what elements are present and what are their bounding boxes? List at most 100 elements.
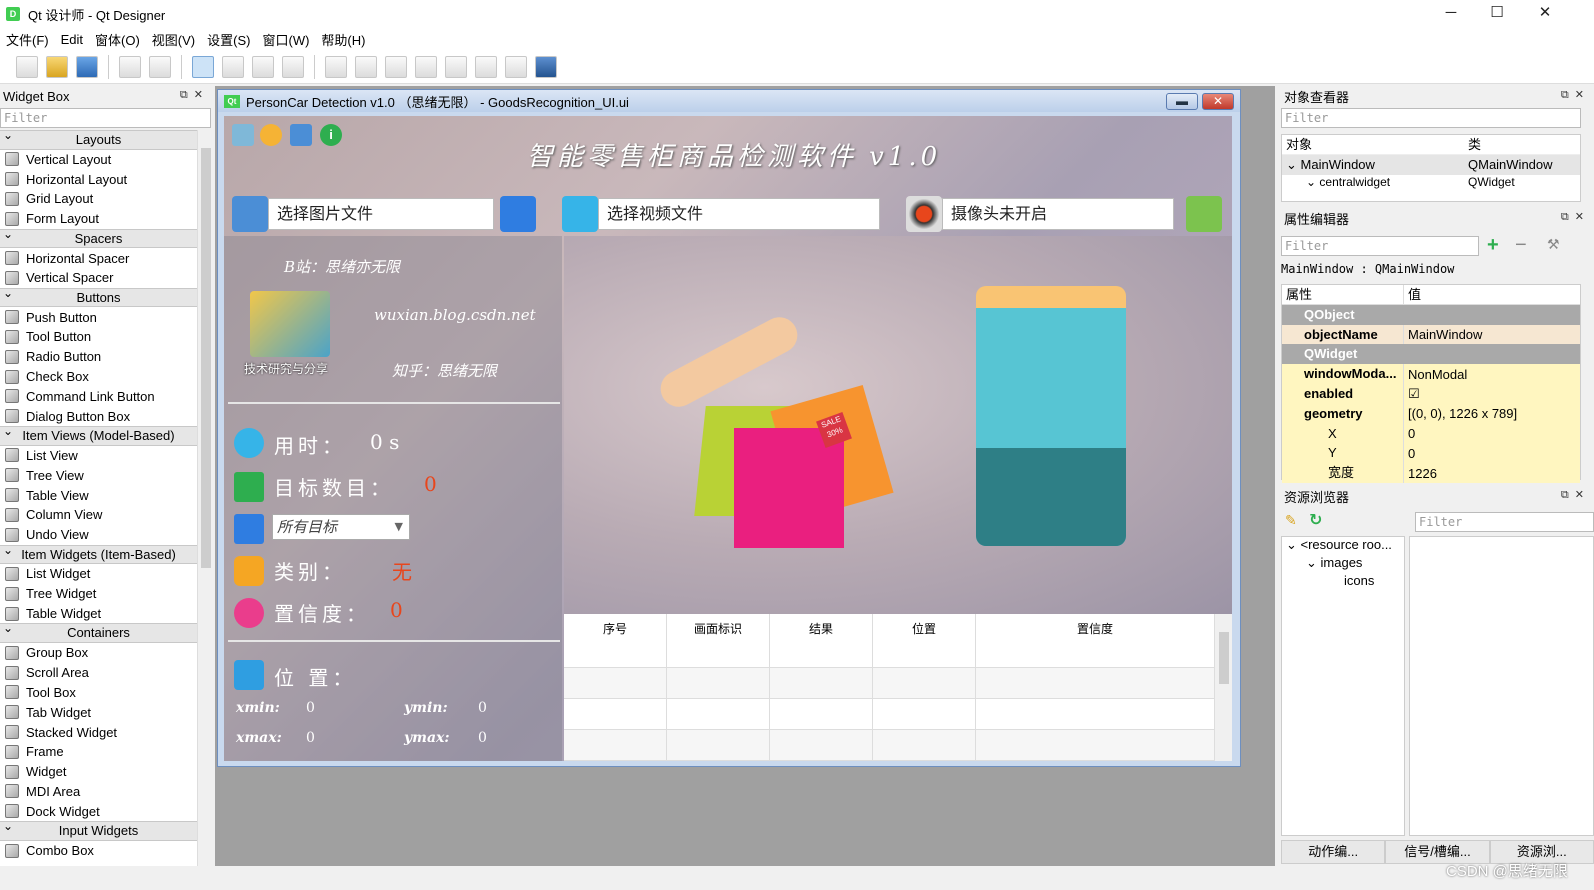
break-layout-icon[interactable] <box>505 55 527 78</box>
bring-to-front-icon[interactable] <box>149 55 171 78</box>
layout-v-splitter-icon[interactable] <box>415 55 437 78</box>
property-row[interactable]: QObject <box>1282 304 1580 325</box>
widget-item[interactable]: Check Box <box>0 367 197 387</box>
widget-item[interactable]: Widget <box>0 762 197 782</box>
layout-vertical-icon[interactable] <box>355 55 377 78</box>
resource-tree[interactable]: ⌄ <resource roo... ⌄ images icons <box>1281 536 1405 836</box>
widget-item[interactable]: Vertical Layout <box>0 150 197 170</box>
edit-buddies-icon[interactable] <box>252 55 274 78</box>
widget-item[interactable]: Scroll Area <box>0 663 197 683</box>
widget-category[interactable]: Item Widgets (Item-Based) <box>0 542 197 565</box>
widget-item[interactable]: MDI Area <box>0 782 197 802</box>
video-file-icon[interactable] <box>562 196 598 232</box>
info-icon[interactable]: i <box>320 124 342 146</box>
edit-signals-slots-icon[interactable] <box>222 55 244 78</box>
tree-node-icons[interactable]: icons <box>1282 573 1404 591</box>
widget-item[interactable]: Command Link Button <box>0 386 197 406</box>
open-folder-icon[interactable] <box>46 55 68 78</box>
add-property-icon[interactable]: + <box>1487 234 1499 257</box>
menu-form[interactable]: 窗体(O) <box>89 30 146 49</box>
remove-property-icon[interactable]: − <box>1515 234 1527 257</box>
widget-item[interactable]: Vertical Spacer <box>0 268 197 288</box>
widget-item[interactable]: Undo View <box>0 525 197 545</box>
property-row[interactable]: windowModa... NonModal <box>1282 364 1580 384</box>
property-row[interactable]: enabled ☑ <box>1282 383 1580 404</box>
menu-window[interactable]: 窗口(W) <box>256 30 315 49</box>
widget-item[interactable]: Dialog Button Box <box>0 406 197 426</box>
object-tree[interactable]: 对象 类 ⌄ MainWindow QMainWindow ⌄ centralw… <box>1281 134 1581 202</box>
widget-item[interactable]: Stacked Widget <box>0 722 197 742</box>
widget-category[interactable]: Item Views (Model-Based) <box>0 423 197 446</box>
widget-item[interactable]: Combo Box <box>0 841 197 861</box>
widget-item[interactable]: Grid Layout <box>0 189 197 209</box>
dock-float-close-icon[interactable]: ⧉✕ <box>1561 488 1590 502</box>
table-scrollbar[interactable] <box>1214 614 1232 761</box>
tree-node-resource-root[interactable]: ⌄ <resource roo... <box>1282 537 1404 555</box>
resource-file-list[interactable] <box>1409 536 1594 836</box>
configure-wrench-icon[interactable]: ⚒ <box>1547 236 1560 253</box>
property-row[interactable]: QWidget <box>1282 344 1580 365</box>
col-frame-id-header[interactable]: 画面标识 <box>667 614 770 667</box>
widget-item[interactable]: Radio Button <box>0 347 197 367</box>
layout-grid-icon[interactable] <box>445 55 467 78</box>
col-index-header[interactable]: 序号 <box>564 614 667 667</box>
col-confidence-header[interactable]: 置信度 <box>976 614 1214 667</box>
property-row[interactable]: X0 <box>1282 423 1580 444</box>
reload-icon[interactable]: ↻ <box>1309 510 1322 530</box>
widget-item[interactable]: List Widget <box>0 564 197 584</box>
close-button[interactable]: ✕ <box>1522 0 1568 28</box>
property-filter-input[interactable]: Filter <box>1281 236 1479 256</box>
minimize-button[interactable]: ─ <box>1428 0 1474 28</box>
dock-float-close-icon[interactable]: ⧉✕ <box>1561 210 1590 224</box>
property-row[interactable]: geometry [(0, 0), 1226 x 789] <box>1282 403 1580 424</box>
widget-item[interactable]: Tool Button <box>0 327 197 347</box>
widget-item[interactable]: Tree Widget <box>0 584 197 604</box>
layout-horizontal-icon[interactable] <box>325 55 347 78</box>
tab-action-editor[interactable]: 动作编... <box>1281 840 1386 864</box>
video-path-field[interactable]: 选择视频文件 <box>598 198 880 230</box>
widget-category[interactable]: Input Widgets <box>0 818 197 841</box>
property-table[interactable]: 属性 值 QObject objectName MainWindow QWidget w… <box>1281 284 1581 483</box>
widget-list-scrollbar[interactable] <box>197 130 213 866</box>
camera-status-field[interactable]: 摄像头未开启 <box>942 198 1174 230</box>
image-path-field[interactable]: 选择图片文件 <box>268 198 494 230</box>
menu-help[interactable]: 帮助(H) <box>315 30 371 49</box>
user-icon[interactable] <box>290 124 312 146</box>
table-row[interactable] <box>564 699 1232 730</box>
widget-category[interactable]: Layouts <box>0 130 197 150</box>
tree-row-mainwindow[interactable]: ⌄ MainWindow QMainWindow <box>1282 155 1580 175</box>
menu-file[interactable]: 文件(F) <box>0 30 55 49</box>
widget-filter-input[interactable]: Filter <box>0 108 211 128</box>
result-table[interactable]: 序号 画面标识 结果 位置 置信度 <box>564 614 1232 761</box>
settings-icon[interactable] <box>260 124 282 146</box>
target-select-combo[interactable]: 所有目标 ▼ <box>272 514 410 540</box>
form-minimize-button[interactable]: ▬ <box>1166 93 1198 110</box>
widget-category[interactable]: Buttons <box>0 285 197 308</box>
edit-widgets-icon[interactable] <box>192 55 214 78</box>
widget-item[interactable]: List View <box>0 446 197 466</box>
property-row[interactable]: Y0 <box>1282 443 1580 464</box>
widget-item[interactable]: Table View <box>0 485 197 505</box>
image-file-icon[interactable] <box>232 196 268 232</box>
table-row[interactable] <box>564 668 1232 699</box>
save-icon[interactable] <box>76 55 98 78</box>
widget-item[interactable]: Horizontal Layout <box>0 169 197 189</box>
widget-item[interactable]: Group Box <box>0 643 197 663</box>
widget-category[interactable]: Containers <box>0 621 197 643</box>
edit-tab-order-icon[interactable] <box>282 55 304 78</box>
adjust-size-icon[interactable] <box>535 55 557 78</box>
resource-filter-input[interactable]: Filter <box>1415 512 1594 532</box>
dock-float-close-icon[interactable]: ⧉✕ <box>1561 88 1590 102</box>
menu-view[interactable]: 视图(V) <box>146 30 201 49</box>
layout-form-icon[interactable] <box>475 55 497 78</box>
dock-float-close-icon[interactable]: ⧉✕ <box>180 88 209 102</box>
send-to-back-icon[interactable] <box>119 55 141 78</box>
open-image-folder-icon[interactable] <box>500 196 536 232</box>
layout-h-splitter-icon[interactable] <box>385 55 407 78</box>
widget-item[interactable]: Tree View <box>0 465 197 485</box>
property-row[interactable]: objectName MainWindow <box>1282 324 1580 345</box>
widget-item[interactable]: Table Widget <box>0 604 197 624</box>
new-file-icon[interactable] <box>16 55 38 78</box>
maximize-button[interactable]: ☐ <box>1474 0 1520 28</box>
camera-icon[interactable] <box>906 196 942 232</box>
